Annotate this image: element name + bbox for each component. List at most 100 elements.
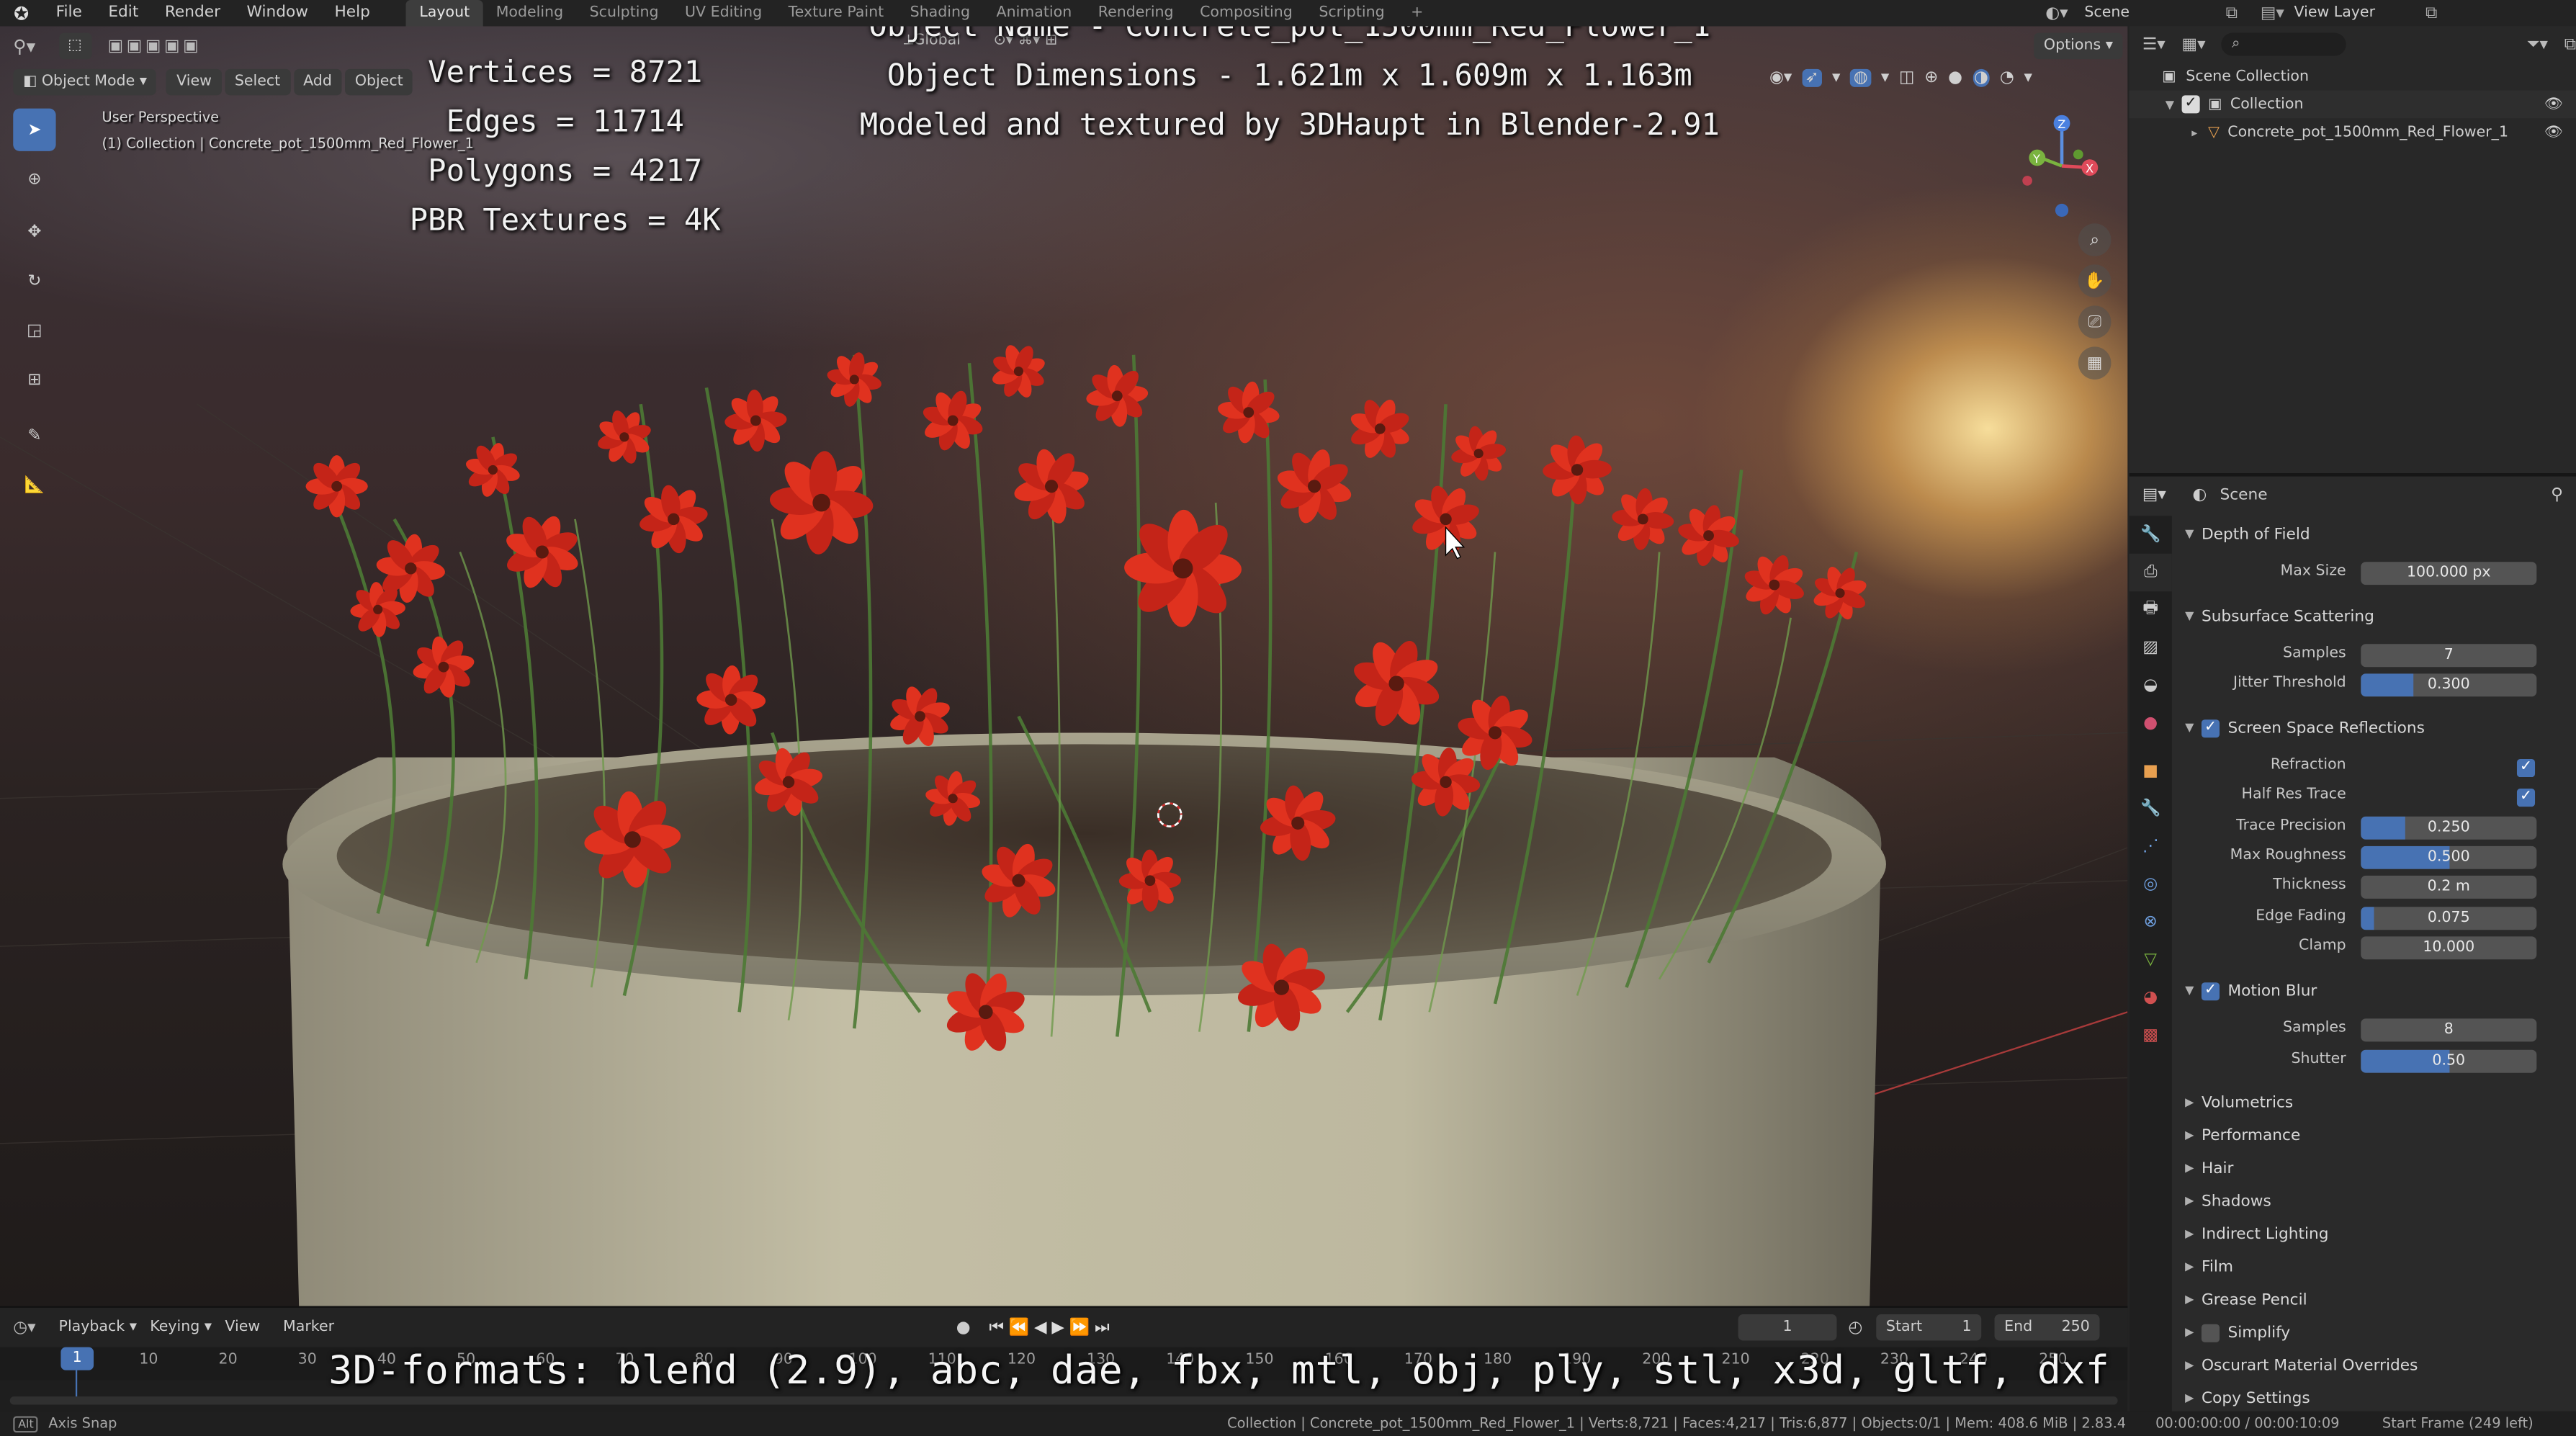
menu-file[interactable]: File	[42, 1, 95, 24]
clamp-field[interactable]: 10.000	[2361, 936, 2537, 960]
panel-performance[interactable]: ▶ Performance	[2172, 1119, 2576, 1152]
tab-compositing[interactable]: Compositing	[1187, 0, 1306, 27]
scene-icon[interactable]: ◐▾	[2045, 4, 2068, 22]
new-scene-icon[interactable]: ⧉	[2226, 4, 2238, 22]
outliner-object[interactable]: ▸ ▽ Concrete_pot_1500mm_Red_Flower_1 👁	[2130, 118, 2576, 146]
edge-fading-slider[interactable]: 0.075	[2361, 907, 2537, 930]
transform-tool-icon[interactable]: ⊞	[13, 358, 55, 400]
trace-precision-slider[interactable]: 0.250	[2361, 816, 2537, 840]
3d-viewport[interactable]: ⚲▾ ⬚ ▣▣▣▣▣ ◧ Object Mode ▾ View Select A…	[0, 26, 2128, 1306]
outliner-editor-icon[interactable]: ☰▾	[2142, 35, 2166, 53]
material-shading-icon[interactable]: ◑	[1972, 68, 1991, 87]
new-collection-icon[interactable]: ⧉	[2564, 35, 2576, 53]
current-frame-field[interactable]: 1	[1738, 1314, 1837, 1341]
panel-volumetrics[interactable]: ▶ Volumetrics	[2172, 1086, 2576, 1119]
pan-hand-icon[interactable]: ✋	[2078, 264, 2111, 297]
panel-motion-blur[interactable]: ▼ ✓ Motion Blur	[2172, 974, 2317, 1008]
tab-animation[interactable]: Animation	[983, 0, 1085, 27]
move-tool-icon[interactable]: ✥	[13, 210, 55, 253]
zoom-icon[interactable]: ⌕	[2078, 223, 2111, 256]
jitter-threshold-slider[interactable]: 0.300	[2361, 673, 2537, 697]
navigation-gizmo[interactable]: Z X Y	[2008, 109, 2117, 224]
expand-icon[interactable]: ▸	[2191, 126, 2208, 139]
gizmo-toggle-icon[interactable]: ➶	[1802, 68, 1823, 87]
shading-dropdown-icon[interactable]: ▾	[2024, 69, 2032, 87]
camera-view-icon[interactable]: ⎚	[2078, 305, 2111, 338]
filter-icon[interactable]: ⏷▾	[2526, 35, 2548, 53]
xray-icon[interactable]: ◫	[1899, 69, 1915, 87]
world-tab-icon[interactable]: ●	[2130, 705, 2172, 742]
panel-simplify[interactable]: ▶ Simplify	[2172, 1316, 2576, 1349]
select-menu[interactable]: Select	[225, 68, 290, 96]
properties-editor-icon[interactable]: ▤▾	[2142, 485, 2166, 503]
auto-key-icon[interactable]: ●	[956, 1319, 971, 1337]
collection-eye-icon[interactable]: 👁	[2544, 96, 2563, 112]
perspective-grid-icon[interactable]: ▦	[2078, 346, 2111, 380]
add-menu[interactable]: Add	[293, 68, 342, 96]
panel-grease-pencil[interactable]: ▶ Grease Pencil	[2172, 1283, 2576, 1316]
playhead[interactable]: 1	[60, 1347, 94, 1370]
menu-render[interactable]: Render	[152, 1, 234, 24]
blender-logo-icon[interactable]: ✪	[0, 2, 42, 24]
select-tool-icon[interactable]: ➤	[13, 108, 56, 151]
panel-oscurart[interactable]: ▶ Oscurart Material Overrides	[2172, 1349, 2576, 1382]
tab-rendering[interactable]: Rendering	[1085, 0, 1186, 27]
cursor-tool-icon[interactable]: ⊕	[13, 158, 55, 200]
tool-tab-icon[interactable]: 🔧	[2130, 516, 2172, 553]
rotate-tool-icon[interactable]: ↻	[13, 259, 55, 302]
object-mode-dropdown[interactable]: ◧ Object Mode ▾	[13, 68, 157, 96]
outliner-collection[interactable]: ▼ ✓ ▣ Collection 👁	[2129, 90, 2576, 119]
material-tab-icon[interactable]: ◕	[2130, 979, 2172, 1017]
overlay-toggle-icon[interactable]: ◍	[1850, 68, 1872, 87]
menu-help[interactable]: Help	[321, 1, 383, 24]
panel-indirect-lighting[interactable]: ▶ Indirect Lighting	[2172, 1217, 2576, 1250]
wireframe-shading-icon[interactable]: ⊕	[1924, 69, 1938, 87]
keying-menu[interactable]: Keying ▾	[150, 1319, 212, 1336]
tab-sculpting[interactable]: Sculpting	[576, 0, 671, 27]
measure-tool-icon[interactable]: 📐	[13, 463, 55, 506]
selection-mode-icons[interactable]: ▣▣▣▣▣	[108, 37, 202, 55]
mb-samples-field[interactable]: 8	[2361, 1018, 2537, 1042]
timeline-view-menu[interactable]: View	[225, 1319, 260, 1336]
collapse-icon[interactable]: ▼	[2166, 98, 2182, 111]
select-box-icon[interactable]: ⬚	[58, 32, 91, 60]
menu-edit[interactable]: Edit	[95, 1, 151, 24]
timeline-scrollbar[interactable]	[9, 1396, 2118, 1405]
sss-samples-field[interactable]: 7	[2361, 644, 2537, 668]
panel-screen-space-reflections[interactable]: ▼ ✓ Screen Space Reflections	[2172, 712, 2425, 745]
ssr-checkbox[interactable]: ✓	[2201, 719, 2220, 737]
tab-uv-editing[interactable]: UV Editing	[672, 0, 776, 27]
outliner-search-icon[interactable]: ⌕	[2222, 32, 2346, 56]
panel-shadows[interactable]: ▶ Shadows	[2172, 1185, 2576, 1218]
pin-icon[interactable]: ⚲	[2551, 485, 2563, 503]
options-dropdown[interactable]: Options ▾	[2034, 32, 2123, 60]
shutter-slider[interactable]: 0.50	[2361, 1049, 2537, 1073]
scene-name[interactable]: Scene	[2084, 5, 2216, 22]
tab-shading[interactable]: Shading	[897, 0, 983, 27]
simplify-checkbox[interactable]	[2201, 1323, 2220, 1342]
panel-copy-settings[interactable]: ▶ Copy Settings	[2172, 1382, 2576, 1415]
timer-icon[interactable]: ◴	[1848, 1319, 1862, 1337]
panel-film[interactable]: ▶ Film	[2172, 1250, 2576, 1283]
editor-type-icon[interactable]: ⚲▾	[13, 35, 35, 57]
half-res-trace-checkbox[interactable]: ✓	[2516, 789, 2536, 807]
panel-depth-of-field[interactable]: ▼ Depth of Field	[2172, 518, 2310, 551]
add-workspace-icon[interactable]: +	[1398, 0, 1437, 27]
scale-tool-icon[interactable]: ◲	[13, 309, 55, 351]
thickness-field[interactable]: 0.2 m	[2361, 875, 2537, 899]
tab-modeling[interactable]: Modeling	[483, 0, 576, 27]
display-mode-icon[interactable]: ▦▾	[2182, 35, 2206, 53]
tab-scripting[interactable]: Scripting	[1306, 0, 1398, 27]
view-menu[interactable]: View	[166, 68, 222, 96]
outliner-scene-collection[interactable]: ▣ Scene Collection	[2130, 63, 2576, 91]
end-frame-field[interactable]: End 250	[1994, 1314, 2100, 1341]
view-layer-name[interactable]: View Layer	[2294, 5, 2426, 22]
max-roughness-slider[interactable]: 0.500	[2361, 845, 2537, 869]
annotate-tool-icon[interactable]: ✎	[13, 414, 55, 457]
start-frame-field[interactable]: Start 1	[1876, 1314, 1982, 1341]
overlay-dropdown-icon[interactable]: ▾	[1881, 69, 1889, 87]
menu-window[interactable]: Window	[233, 1, 321, 24]
collection-checkbox[interactable]: ✓	[2181, 95, 2200, 114]
visibility-icon[interactable]: ◉▾	[1769, 69, 1792, 87]
panel-subsurface-scattering[interactable]: ▼ Subsurface Scattering	[2172, 600, 2374, 633]
